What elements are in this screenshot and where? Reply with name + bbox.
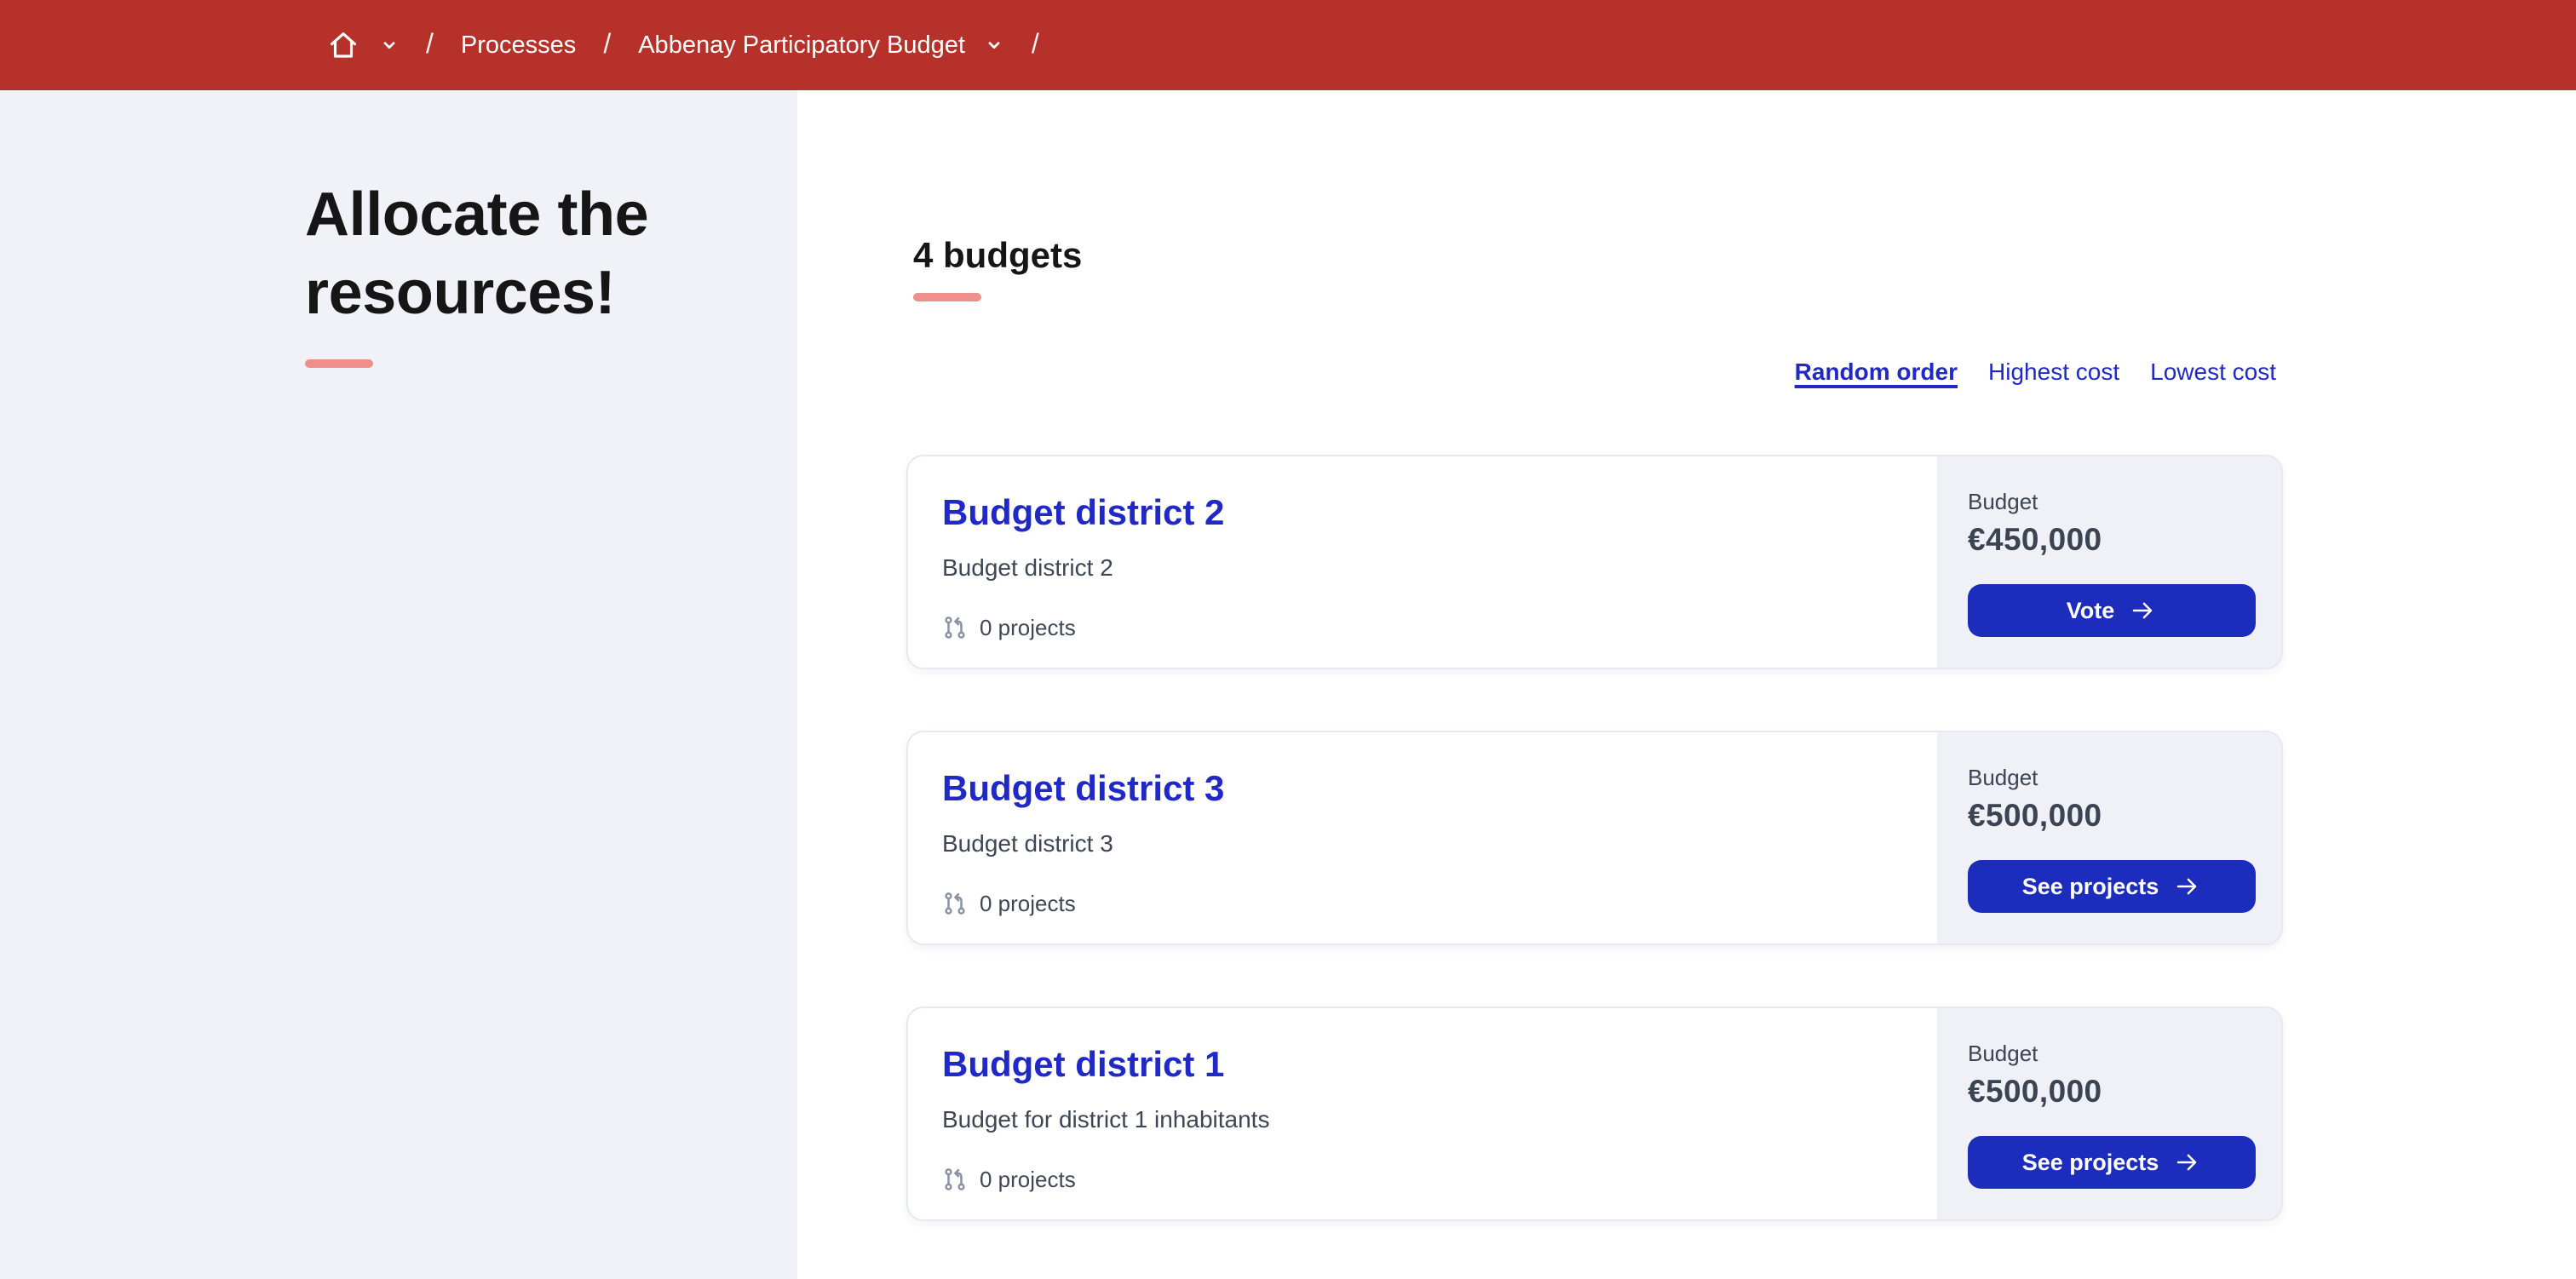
chevron-down-icon[interactable] — [986, 36, 1004, 54]
budget-card-description: Budget district 3 — [942, 829, 1113, 857]
budget-card-description: Budget for district 1 inhabitants — [942, 1105, 1270, 1133]
projects-icon — [942, 615, 968, 640]
budget-label: Budget — [1968, 1041, 2038, 1066]
breadcrumb: / Processes / Abbenay Participatory Budg… — [327, 29, 1067, 61]
projects-icon — [942, 1167, 968, 1192]
budget-card-title: Budget district 3 — [942, 768, 1903, 811]
budget-card-aside: Budget €450,000 Vote — [1937, 456, 2281, 668]
budget-card-description: Budget district 2 — [942, 553, 1113, 581]
budget-label: Budget — [1968, 489, 2038, 514]
page: / Processes / Abbenay Participatory Budg… — [0, 0, 2576, 1279]
budget-amount: €500,000 — [1968, 797, 2102, 833]
top-bar: / Processes / Abbenay Participatory Budg… — [0, 0, 2576, 90]
budget-card-projects: 0 projects — [942, 615, 1903, 640]
budget-card-title: Budget district 2 — [942, 492, 1903, 535]
breadcrumb-separator: / — [1031, 30, 1039, 59]
budget-card-projects: 0 projects — [942, 891, 1903, 916]
action-button-label: See projects — [2021, 1150, 2159, 1175]
budget-card-title: Budget district 1 — [942, 1044, 1903, 1087]
budget-card: Budget district 2 Budget district 2 0 pr… — [906, 455, 2283, 669]
budget-amount: €500,000 — [1968, 1073, 2102, 1109]
sort-option-link[interactable]: Highest cost — [1988, 358, 2119, 385]
arrow-right-icon — [2174, 874, 2199, 899]
budget-card-list: Budget district 2 Budget district 2 0 pr… — [906, 455, 2283, 1221]
budget-card-body: Budget district 3 Budget district 3 0 pr… — [908, 732, 1937, 943]
budget-card-projects: 0 projects — [942, 1167, 1903, 1192]
arrow-right-icon — [2174, 1150, 2199, 1175]
sort-option-link[interactable]: Lowest cost — [2150, 358, 2276, 385]
budget-label: Budget — [1968, 765, 2038, 790]
projects-count-label: 0 projects — [980, 1167, 1076, 1192]
sidebar: Allocate the resources! — [0, 90, 797, 1279]
budget-card-aside: Budget €500,000 See projects — [1937, 732, 2281, 943]
budget-card-action-button[interactable]: Vote — [1967, 584, 2255, 637]
content-area: 4 budgets Random order Highest cost Lowe… — [797, 90, 2576, 1279]
breadcrumb-separator: / — [603, 30, 612, 59]
sort-options: Random order Highest cost Lowest cost — [1795, 358, 2276, 385]
home-icon[interactable] — [327, 29, 359, 61]
budget-card-body: Budget district 1 Budget for district 1 … — [908, 1008, 1937, 1219]
heading-accent-underline — [913, 293, 981, 301]
page-title: Allocate the resources! — [305, 179, 649, 327]
budget-card-body: Budget district 2 Budget district 2 0 pr… — [908, 456, 1937, 668]
projects-icon — [942, 891, 968, 916]
chevron-down-icon[interactable] — [380, 36, 399, 54]
budget-card-action-button[interactable]: See projects — [1967, 1136, 2255, 1189]
projects-count-label: 0 projects — [980, 891, 1076, 916]
sort-option-link[interactable]: Random order — [1795, 358, 1958, 385]
budget-card-title-link[interactable]: Budget district 2 — [942, 494, 1224, 533]
budget-card-aside: Budget €500,000 See projects — [1937, 1008, 2281, 1219]
budget-card-title-link[interactable]: Budget district 1 — [942, 1046, 1224, 1085]
budget-card-title-link[interactable]: Budget district 3 — [942, 770, 1224, 809]
breadcrumb-link-current-process[interactable]: Abbenay Participatory Budget — [638, 32, 965, 59]
action-button-label: See projects — [2021, 874, 2159, 899]
budgets-count-heading: 4 budgets — [913, 237, 1083, 276]
budget-amount: €450,000 — [1968, 521, 2102, 557]
title-accent-underline — [305, 359, 373, 368]
arrow-right-icon — [2130, 598, 2155, 623]
budget-card-action-button[interactable]: See projects — [1967, 860, 2255, 913]
breadcrumb-link-processes[interactable]: Processes — [461, 32, 576, 59]
breadcrumb-separator: / — [426, 30, 434, 59]
budget-card: Budget district 1 Budget for district 1 … — [906, 1007, 2283, 1221]
action-button-label: Vote — [2066, 598, 2115, 623]
budget-card: Budget district 3 Budget district 3 0 pr… — [906, 731, 2283, 945]
main-layout: Allocate the resources! 4 budgets Random… — [0, 90, 2576, 1279]
projects-count-label: 0 projects — [980, 615, 1076, 640]
